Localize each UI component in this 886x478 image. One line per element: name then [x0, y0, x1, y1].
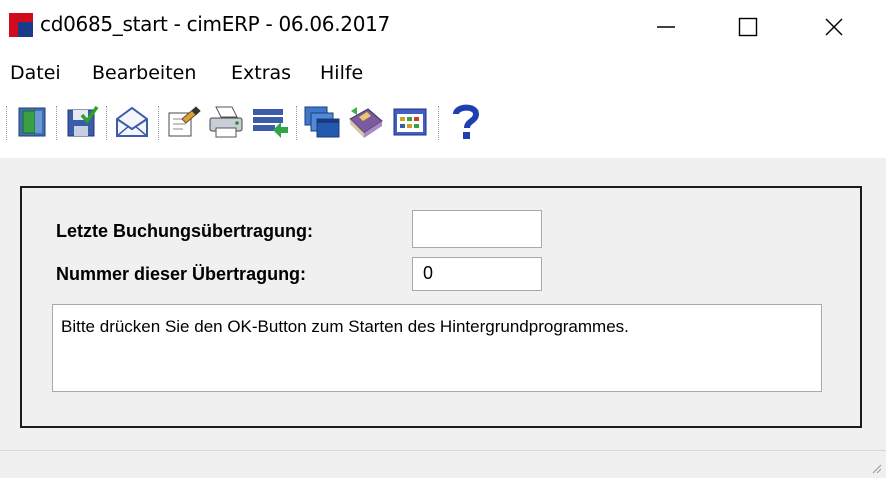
status-bar	[0, 450, 886, 478]
transfer-number-field[interactable]: 0	[412, 257, 542, 291]
properties-button[interactable]	[164, 102, 204, 142]
toolbar	[0, 92, 886, 158]
toolbar-grip	[6, 106, 10, 140]
print-button[interactable]	[206, 102, 246, 142]
exit-door-icon	[18, 107, 46, 137]
maximize-icon	[738, 17, 758, 37]
menu-extras[interactable]: Extras	[231, 62, 291, 84]
menu-bearbeiten[interactable]: Bearbeiten	[92, 62, 196, 84]
table-button[interactable]	[390, 102, 430, 142]
save-check-icon	[67, 105, 99, 137]
toolbar-separator	[158, 106, 162, 140]
info-message: Bitte drücken Sie den OK-Button zum Star…	[52, 304, 822, 392]
close-button[interactable]	[803, 0, 865, 54]
windows-button[interactable]	[302, 102, 342, 142]
minimize-button[interactable]	[635, 0, 697, 54]
maximize-button[interactable]	[717, 0, 779, 54]
properties-edit-icon	[168, 106, 201, 137]
toolbar-separator	[438, 106, 442, 140]
mail-button[interactable]	[112, 102, 152, 142]
last-transfer-field[interactable]	[412, 210, 542, 248]
toolbar-separator	[106, 106, 110, 140]
windows-stack-icon	[304, 106, 340, 138]
resize-grip-icon[interactable]	[870, 462, 882, 474]
save-button[interactable]	[62, 102, 102, 142]
help-question-icon	[453, 104, 480, 139]
menu-hilfe[interactable]: Hilfe	[320, 62, 363, 84]
close-icon	[825, 18, 843, 36]
help-button[interactable]	[446, 102, 486, 142]
book-button[interactable]	[346, 102, 386, 142]
title-bar: cd0685_start - cimERP - 06.06.2017	[0, 0, 886, 54]
book-icon	[349, 107, 383, 138]
mail-envelope-icon	[116, 106, 148, 137]
transfer-number-label: Nummer dieser Übertragung:	[56, 264, 307, 284]
printer-icon	[209, 106, 243, 138]
app-logo-icon	[9, 13, 33, 37]
toolbar-separator	[296, 106, 300, 140]
window-title: cd0685_start - cimERP - 06.06.2017	[40, 12, 390, 36]
transfer-list-button[interactable]	[250, 102, 290, 142]
table-grid-icon	[393, 108, 427, 136]
client-area: Letzte Buchungsübertragung: Nummer diese…	[0, 158, 886, 478]
list-transfer-icon	[253, 109, 288, 138]
menu-bar: Datei Bearbeiten Extras Hilfe	[0, 58, 886, 92]
last-transfer-label: Letzte Buchungsübertragung:	[56, 221, 313, 241]
menu-datei[interactable]: Datei	[10, 62, 61, 84]
exit-button[interactable]	[12, 102, 52, 142]
minimize-icon	[657, 26, 675, 28]
toolbar-separator	[56, 106, 60, 140]
transfer-groupbox: Letzte Buchungsübertragung: Nummer diese…	[20, 186, 862, 428]
